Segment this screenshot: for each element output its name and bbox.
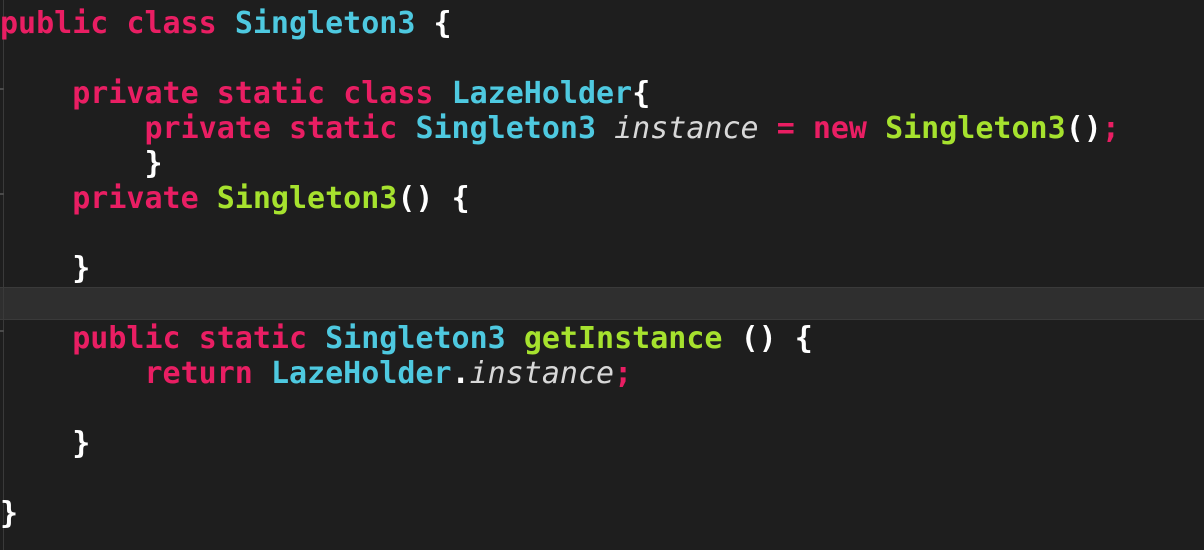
- code-token-ws: [867, 111, 885, 146]
- code-token-keyword: class: [343, 76, 434, 111]
- code-token-ws: [434, 76, 452, 111]
- code-token-operator: ;: [614, 356, 633, 391]
- code-token-ws: [199, 181, 217, 216]
- code-token-keyword: static: [289, 111, 398, 146]
- code-token-punct: {: [632, 76, 651, 111]
- code-token-ws: [108, 6, 126, 41]
- code-token-method: Singleton3: [216, 181, 398, 216]
- code-token-ws: [777, 321, 795, 356]
- code-token-keyword: static: [216, 76, 326, 111]
- code-token-ws: [415, 6, 433, 41]
- code-token-ws: [0, 321, 72, 356]
- code-token-ws: [434, 181, 452, 216]
- code-token-punct: {: [451, 181, 470, 216]
- code-token-operator: =: [776, 111, 795, 146]
- code-line[interactable]: [0, 41, 1204, 76]
- code-token-ws: [181, 321, 199, 356]
- code-token-punct: }: [72, 426, 91, 461]
- code-token-field: instance: [469, 356, 615, 391]
- code-token-field: instance: [614, 111, 759, 146]
- code-token-punct: .: [451, 356, 470, 391]
- code-token-ws: [199, 76, 217, 111]
- code-token-ws: [795, 111, 813, 146]
- code-editor-surface[interactable]: public class Singleton3 { private static…: [0, 0, 1204, 550]
- code-token-punct: }: [144, 146, 163, 181]
- code-text-layer[interactable]: public class Singleton3 { private static…: [0, 0, 1204, 550]
- code-token-keyword: public: [0, 6, 109, 41]
- code-token-keyword: private: [144, 111, 271, 146]
- code-token-ws: [596, 111, 614, 146]
- code-token-punct: }: [0, 496, 19, 531]
- code-line[interactable]: public class Singleton3 {: [0, 6, 1204, 41]
- code-token-method: getInstance: [523, 321, 723, 356]
- code-line[interactable]: private static Singleton3 instance = new…: [0, 111, 1204, 146]
- code-token-ws: [0, 76, 72, 111]
- code-token-operator: ;: [1101, 111, 1120, 146]
- code-line[interactable]: [0, 286, 1204, 321]
- code-token-ws: [307, 321, 325, 356]
- code-token-punct: (): [740, 321, 777, 356]
- code-line[interactable]: }: [0, 426, 1204, 461]
- code-token-keyword: new: [812, 111, 867, 146]
- code-token-punct: {: [794, 321, 813, 356]
- code-token-ws: [0, 146, 145, 181]
- code-token-keyword: public: [72, 321, 181, 356]
- code-line[interactable]: private Singleton3() {: [0, 181, 1204, 216]
- code-token-type: Singleton3: [325, 321, 506, 356]
- code-line[interactable]: [0, 391, 1204, 426]
- code-token-type: Singleton3: [415, 111, 597, 146]
- code-token-ws: [325, 76, 343, 111]
- code-token-type: Singleton3: [234, 6, 416, 41]
- code-line[interactable]: private static class LazeHolder{: [0, 76, 1204, 111]
- code-token-keyword: private: [72, 181, 199, 216]
- code-token-punct: }: [72, 251, 91, 286]
- code-token-punct: (): [397, 181, 434, 216]
- code-token-method: Singleton3: [885, 111, 1066, 146]
- code-token-punct: (): [1065, 111, 1102, 146]
- code-line[interactable]: }: [0, 146, 1204, 181]
- code-line[interactable]: public static Singleton3 getInstance () …: [0, 321, 1204, 356]
- code-token-punct: {: [433, 6, 452, 41]
- code-token-ws: [0, 251, 72, 286]
- code-token-keyword: private: [72, 76, 199, 111]
- code-token-ws: [0, 181, 72, 216]
- code-line[interactable]: [0, 461, 1204, 496]
- code-line[interactable]: }: [0, 496, 1204, 531]
- code-token-ws: [0, 111, 145, 146]
- code-token-keyword: class: [126, 6, 217, 41]
- code-token-ws: [723, 321, 741, 356]
- code-token-ws: [397, 111, 415, 146]
- code-line[interactable]: }: [0, 251, 1204, 286]
- code-token-ws: [0, 426, 72, 461]
- code-token-ws: [506, 321, 524, 356]
- code-token-keyword: return: [144, 356, 253, 391]
- code-token-keyword: static: [198, 321, 308, 356]
- code-token-type: LazeHolder: [451, 76, 633, 111]
- code-line[interactable]: return LazeHolder.instance;: [0, 356, 1204, 391]
- code-line[interactable]: [0, 216, 1204, 251]
- code-token-ws: [0, 356, 145, 391]
- code-token-type: LazeHolder: [270, 356, 452, 391]
- code-token-ws: [271, 111, 289, 146]
- code-token-ws: [759, 111, 777, 146]
- code-token-ws: [217, 6, 235, 41]
- code-token-ws: [253, 356, 271, 391]
